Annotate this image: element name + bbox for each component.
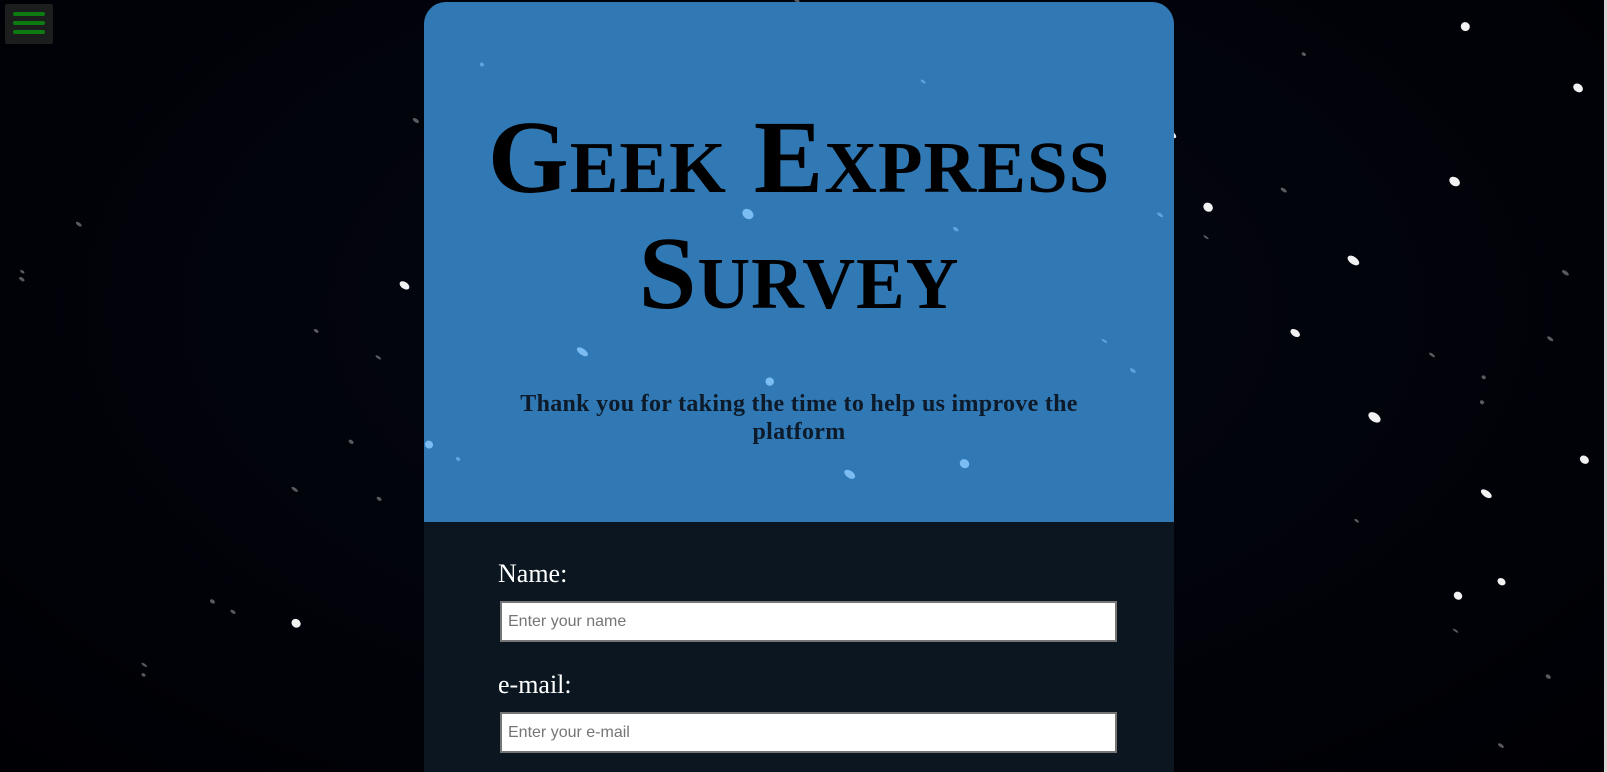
snowflake — [1301, 52, 1306, 57]
survey-card: Geek Express Survey Thank you for taking… — [424, 2, 1174, 772]
snowflake — [1203, 202, 1213, 212]
snowflake — [412, 118, 419, 123]
snowflake — [141, 673, 146, 677]
hamburger-menu-button[interactable] — [5, 4, 53, 44]
snowflake — [1497, 743, 1504, 748]
page-title: Geek Express Survey — [487, 100, 1111, 331]
snowflake — [1449, 176, 1460, 187]
hamburger-menu-icon — [13, 12, 45, 34]
snowflake — [765, 377, 774, 386]
snowflake — [1101, 338, 1108, 344]
snowflake — [1497, 577, 1506, 586]
snowflake — [1561, 270, 1569, 276]
snowflake — [576, 347, 588, 357]
snowflake — [1452, 628, 1459, 633]
survey-form: Name: e-mail: — [424, 522, 1174, 772]
snowflake — [1579, 455, 1589, 464]
snowflake — [230, 609, 236, 614]
snowflake — [19, 276, 25, 282]
snowflake — [20, 269, 25, 274]
email-input[interactable] — [500, 712, 1117, 753]
snowflake — [291, 486, 298, 492]
snowflake — [376, 496, 382, 501]
snowflake — [1460, 22, 1470, 32]
snowflake — [1368, 412, 1381, 423]
snowflake — [959, 459, 970, 469]
email-label: e-mail: — [498, 670, 572, 699]
name-label: Name: — [498, 559, 568, 588]
snowflake — [291, 618, 301, 628]
snowflake — [479, 62, 484, 67]
snowflake — [1573, 83, 1583, 93]
snowflake — [1547, 336, 1554, 342]
snowflake — [209, 599, 215, 604]
snowflake — [1129, 368, 1136, 373]
snowflake — [844, 469, 856, 479]
snowflake — [1545, 674, 1551, 679]
snowflake — [1280, 187, 1287, 193]
snowflake — [141, 662, 147, 668]
snowflake — [1203, 235, 1209, 240]
snowflake — [1480, 489, 1492, 499]
snowflake — [1479, 400, 1485, 405]
snowflake — [1347, 255, 1360, 266]
snowflake — [455, 456, 461, 462]
name-input[interactable] — [500, 601, 1117, 642]
snowflake — [348, 439, 354, 444]
snowflake — [313, 328, 319, 333]
snowflake — [1290, 328, 1300, 338]
snowflake — [424, 440, 434, 449]
snowflake — [1429, 352, 1435, 358]
snowflake — [75, 221, 82, 227]
snowflake — [375, 355, 382, 360]
survey-header: Geek Express Survey Thank you for taking… — [424, 2, 1174, 522]
snowflake — [1453, 591, 1463, 600]
page-background: Geek Express Survey Thank you for taking… — [0, 0, 1607, 772]
snowflake — [1354, 519, 1359, 523]
snowflake — [399, 281, 410, 290]
page-subtitle: Thank you for taking the time to help us… — [520, 391, 1078, 445]
snowflake — [1481, 375, 1486, 380]
snowflake — [920, 79, 926, 84]
